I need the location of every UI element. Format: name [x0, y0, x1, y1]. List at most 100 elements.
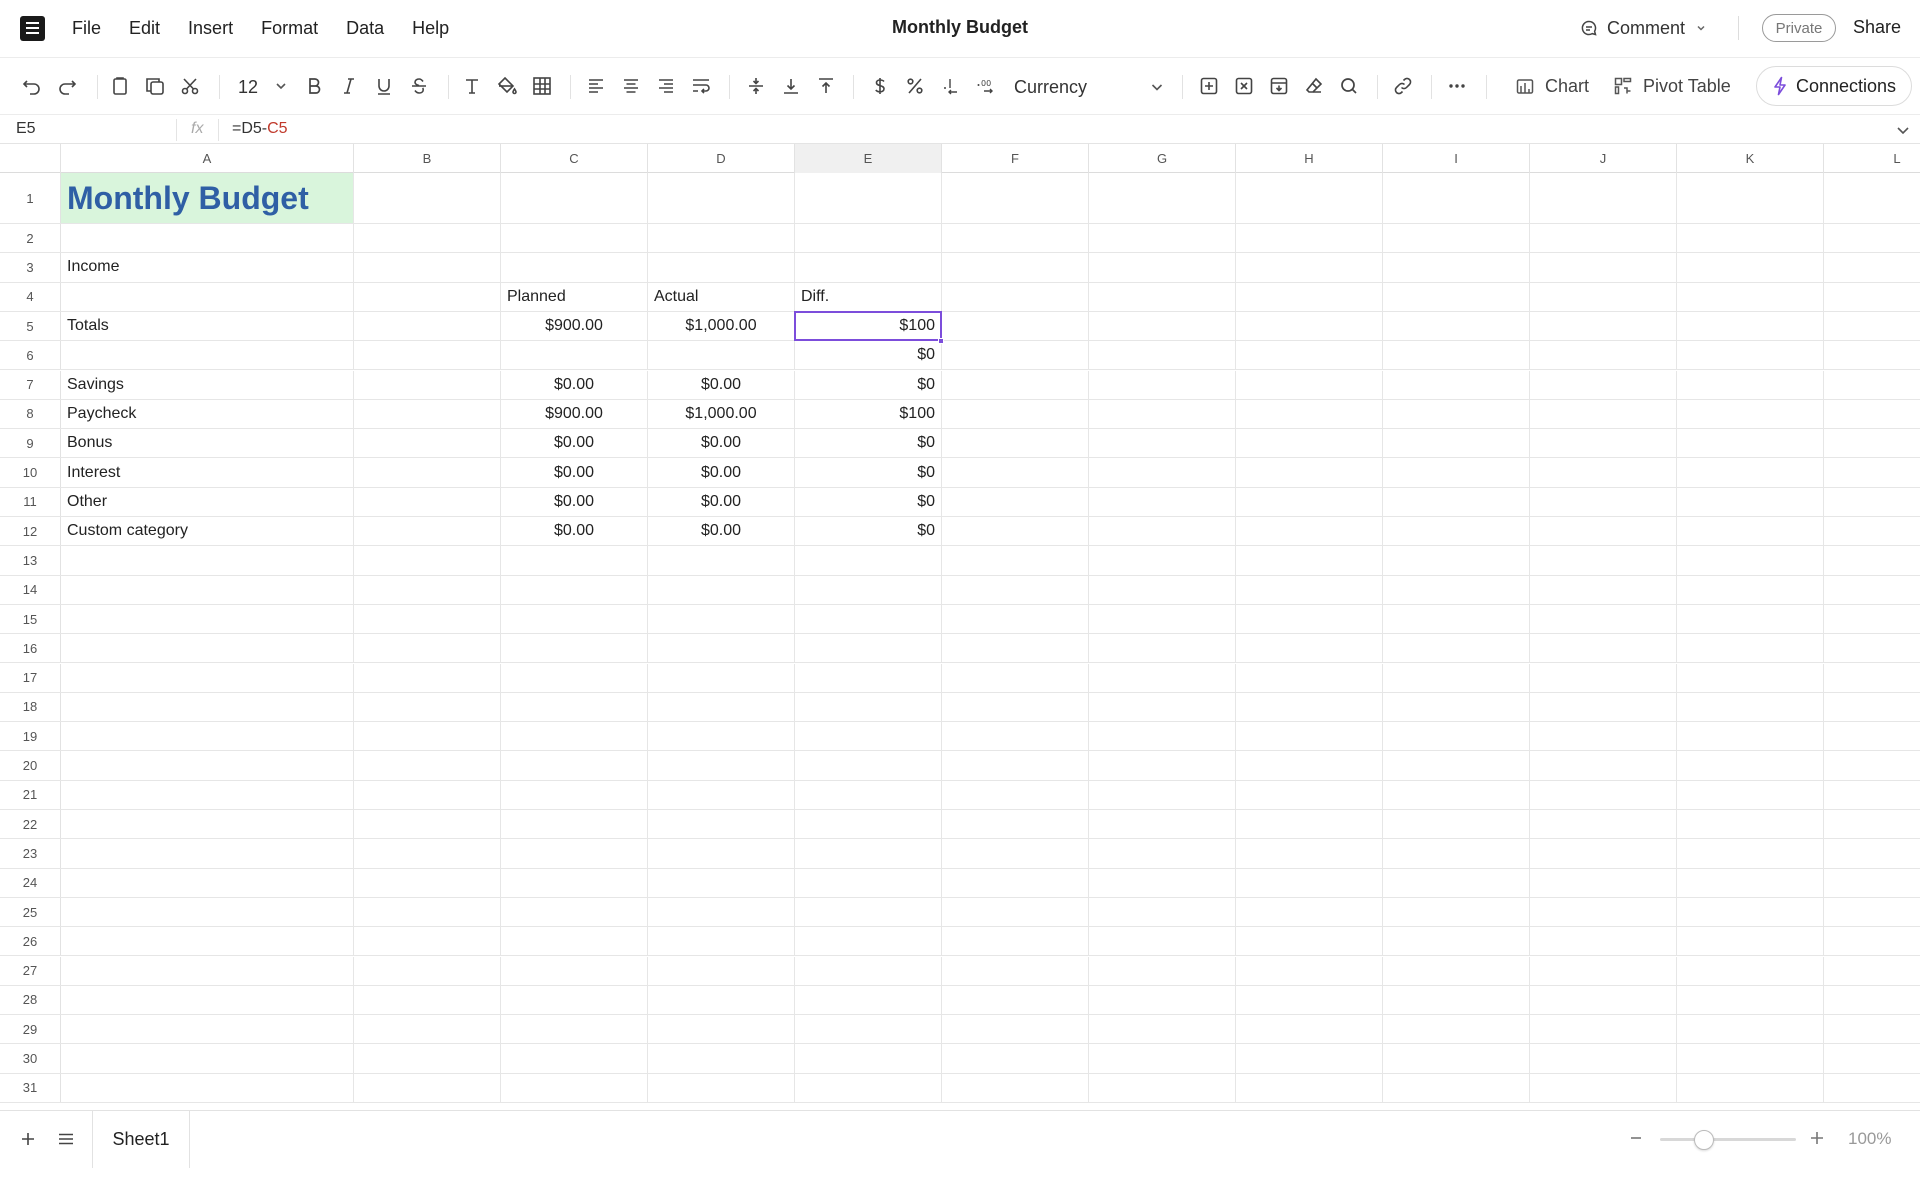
cell-e9[interactable]: $0 — [795, 429, 942, 458]
cell-f4[interactable] — [942, 282, 1089, 311]
cell-g18[interactable] — [1089, 692, 1236, 722]
row-header[interactable]: 26 — [0, 927, 61, 956]
cell-c27[interactable] — [501, 956, 648, 985]
cell-a27[interactable] — [61, 956, 354, 985]
cell-a29[interactable] — [61, 1015, 354, 1044]
percent-format-icon[interactable] — [901, 72, 929, 100]
cell-g1[interactable] — [1089, 173, 1236, 223]
comment-button[interactable]: Comment — [1580, 14, 1716, 42]
menu-data[interactable]: Data — [346, 18, 384, 39]
cell-l26[interactable] — [1824, 927, 1920, 955]
cell-f23[interactable] — [942, 839, 1089, 868]
cell-i7[interactable] — [1383, 370, 1530, 399]
cell-e29[interactable] — [795, 1015, 942, 1044]
cell-d1[interactable] — [648, 173, 795, 223]
cell-l27[interactable] — [1824, 957, 1920, 985]
cell-e22[interactable] — [795, 810, 942, 839]
fill-color-icon[interactable] — [493, 72, 521, 100]
cell-b15[interactable] — [354, 604, 501, 634]
cell-h30[interactable] — [1236, 1044, 1383, 1073]
cell-c29[interactable] — [501, 1015, 648, 1044]
row-header[interactable]: 17 — [0, 663, 61, 692]
cell-b8[interactable] — [354, 399, 501, 429]
cell-g22[interactable] — [1089, 810, 1236, 839]
cell-b11[interactable] — [354, 487, 501, 516]
cell-d2[interactable] — [648, 224, 795, 253]
row-header[interactable]: 14 — [0, 575, 61, 604]
cell-k30[interactable] — [1677, 1044, 1824, 1073]
cell-h8[interactable] — [1236, 399, 1383, 429]
decrease-decimal-icon[interactable] — [936, 72, 964, 100]
cell-f1[interactable] — [942, 173, 1089, 223]
cell-f17[interactable] — [942, 663, 1089, 692]
cell-g15[interactable] — [1089, 604, 1236, 634]
cell-c25[interactable] — [501, 897, 648, 927]
cell-k26[interactable] — [1677, 927, 1824, 956]
column-header-a[interactable]: A — [61, 144, 354, 173]
cell-i24[interactable] — [1383, 868, 1530, 897]
cell-h15[interactable] — [1236, 604, 1383, 634]
cell-i16[interactable] — [1383, 634, 1530, 663]
cell-l8[interactable] — [1824, 400, 1920, 428]
cell-k7[interactable] — [1677, 370, 1824, 399]
cell-i10[interactable] — [1383, 458, 1530, 487]
cell-h10[interactable] — [1236, 458, 1383, 487]
cell-d15[interactable] — [648, 604, 795, 634]
cell-c31[interactable] — [501, 1073, 648, 1102]
cell-l17[interactable] — [1824, 664, 1920, 692]
cell-j5[interactable] — [1530, 311, 1677, 341]
cell-g29[interactable] — [1089, 1015, 1236, 1044]
cell-l23[interactable] — [1824, 839, 1920, 867]
cell-k25[interactable] — [1677, 897, 1824, 927]
column-header-e[interactable]: E — [795, 144, 942, 173]
cell-h14[interactable] — [1236, 575, 1383, 604]
row-header[interactable]: 25 — [0, 897, 61, 927]
cell-f13[interactable] — [942, 546, 1089, 575]
cell-c16[interactable] — [501, 634, 648, 663]
row-header[interactable]: 9 — [0, 429, 61, 458]
cell-reference-box[interactable]: E5 — [16, 120, 166, 138]
vertical-align-middle-icon[interactable] — [742, 72, 770, 100]
cell-a12[interactable]: Custom category — [61, 517, 354, 546]
cell-a17[interactable] — [61, 663, 354, 692]
cell-d14[interactable] — [648, 575, 795, 604]
cell-d8[interactable]: $1,000.00 — [648, 399, 795, 429]
cell-a16[interactable] — [61, 634, 354, 663]
cell-c12[interactable]: $0.00 — [501, 517, 648, 546]
cell-i28[interactable] — [1383, 985, 1530, 1015]
cell-e21[interactable] — [795, 780, 942, 809]
cell-g3[interactable] — [1089, 253, 1236, 282]
cell-g4[interactable] — [1089, 282, 1236, 311]
cell-h27[interactable] — [1236, 956, 1383, 985]
cell-c23[interactable] — [501, 839, 648, 868]
bold-icon[interactable] — [300, 72, 328, 100]
cell-g17[interactable] — [1089, 663, 1236, 692]
row-header[interactable]: 5 — [0, 311, 61, 341]
cell-d24[interactable] — [648, 868, 795, 897]
cell-l2[interactable] — [1824, 224, 1920, 252]
cell-e15[interactable] — [795, 604, 942, 634]
cell-g8[interactable] — [1089, 399, 1236, 429]
cell-a11[interactable]: Other — [61, 487, 354, 516]
cell-k10[interactable] — [1677, 458, 1824, 487]
cell-g30[interactable] — [1089, 1044, 1236, 1073]
menu-format[interactable]: Format — [261, 18, 318, 39]
row-header[interactable]: 10 — [0, 458, 61, 487]
cell-h2[interactable] — [1236, 224, 1383, 253]
cell-c10[interactable]: $0.00 — [501, 458, 648, 487]
cell-e10[interactable]: $0 — [795, 458, 942, 487]
cell-i21[interactable] — [1383, 780, 1530, 809]
cell-b20[interactable] — [354, 751, 501, 780]
freeze-icon[interactable] — [1265, 72, 1293, 100]
cell-l19[interactable] — [1824, 722, 1920, 750]
expand-formula-icon[interactable] — [1892, 119, 1914, 141]
cell-g21[interactable] — [1089, 780, 1236, 809]
cell-g28[interactable] — [1089, 985, 1236, 1015]
cell-e25[interactable] — [795, 897, 942, 927]
cell-c19[interactable] — [501, 722, 648, 751]
row-header[interactable]: 7 — [0, 370, 61, 399]
cell-g10[interactable] — [1089, 458, 1236, 487]
cell-g24[interactable] — [1089, 868, 1236, 897]
cell-f22[interactable] — [942, 810, 1089, 839]
cell-e13[interactable] — [795, 546, 942, 575]
